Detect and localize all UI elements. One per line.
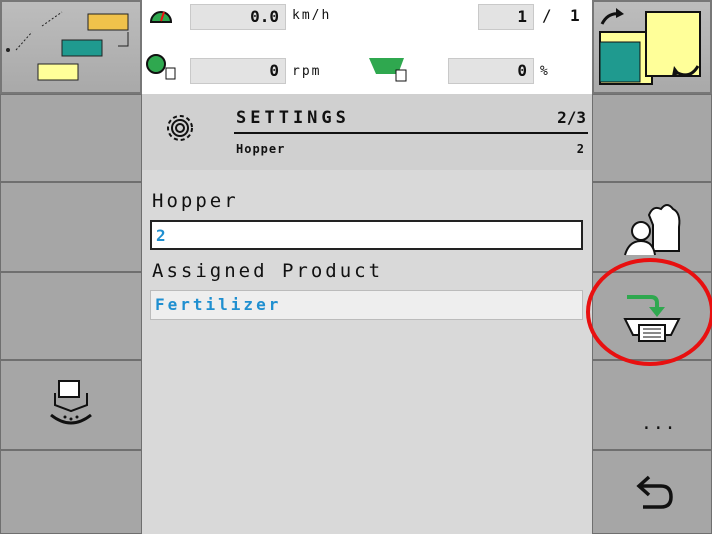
tank-switch-button[interactable] — [592, 0, 712, 94]
meter-calibration-icon — [50, 380, 92, 425]
more-label: ... — [641, 413, 677, 434]
settings-header: SETTINGS 2/3 Hopper 2 — [142, 94, 592, 170]
back-button[interactable] — [592, 450, 712, 534]
page-subtitle: Hopper — [236, 142, 286, 156]
title-divider — [234, 132, 588, 134]
left-softkey-5[interactable] — [0, 450, 142, 534]
percent-unit: % — [540, 64, 550, 79]
back-arrow-icon — [636, 475, 673, 509]
page-indicator: 2/3 — [557, 108, 586, 127]
left-softkey-2[interactable] — [0, 182, 142, 272]
assigned-product-label: Assigned Product — [152, 260, 384, 282]
operator-fertilizer-icon — [624, 204, 681, 256]
meter-calibration-button[interactable] — [0, 360, 142, 450]
rpm-value: 0 — [190, 58, 286, 84]
more-button[interactable]: ... — [592, 360, 712, 450]
settings-panel: SETTINGS 2/3 Hopper 2 Hopper 2 Assigned … — [142, 94, 592, 534]
assigned-product-field[interactable]: Fertilizer — [150, 290, 583, 320]
counter-right: 1 — [570, 6, 582, 25]
hopper-label: Hopper — [152, 190, 239, 212]
left-softkey-1[interactable] — [0, 94, 142, 182]
implement-layout-icon — [6, 11, 129, 81]
fan-rpm-icon — [146, 54, 176, 80]
status-strip: 0.0 km/h 1 / 1 0 rpm 0 % — [142, 0, 592, 92]
left-softkey-3[interactable] — [0, 272, 142, 360]
tank-switch-icon — [599, 8, 701, 85]
rpm-unit: rpm — [292, 64, 322, 79]
speedometer-icon — [149, 11, 173, 23]
speed-value: 0.0 — [190, 4, 286, 30]
highlight-circle — [586, 258, 712, 366]
percent-value: 0 — [448, 58, 534, 84]
hopper-small-icon — [369, 58, 407, 82]
page-title: SETTINGS — [236, 108, 350, 128]
implement-layout-button[interactable] — [0, 0, 142, 94]
counter-separator: / — [542, 6, 554, 25]
page-subtitle-value: 2 — [576, 142, 584, 156]
hopper-field[interactable]: 2 — [150, 220, 583, 250]
gear-icon — [167, 115, 193, 141]
right-softkey-1[interactable] — [592, 94, 712, 182]
counter-left: 1 — [478, 4, 534, 30]
speed-unit: km/h — [292, 8, 332, 23]
